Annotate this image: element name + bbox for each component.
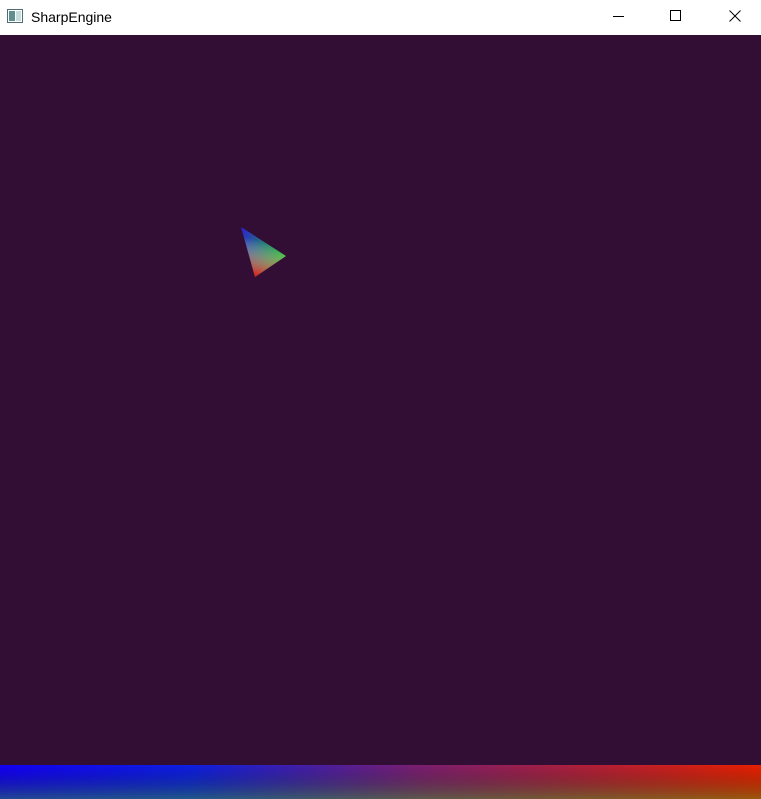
app-window: SharpEngine	[0, 0, 761, 799]
minimize-button[interactable]	[596, 0, 642, 32]
title-bar[interactable]: SharpEngine	[0, 0, 761, 34]
maximize-icon	[670, 10, 681, 21]
render-viewport[interactable]	[0, 35, 761, 765]
window-app-icon	[7, 9, 23, 23]
maximize-button[interactable]	[653, 0, 699, 32]
close-button[interactable]	[712, 0, 758, 32]
color-gradient-strip	[0, 765, 761, 799]
window-title: SharpEngine	[31, 9, 112, 25]
minimize-icon	[613, 16, 624, 17]
rgb-triangle	[241, 227, 286, 277]
close-icon	[729, 10, 741, 22]
